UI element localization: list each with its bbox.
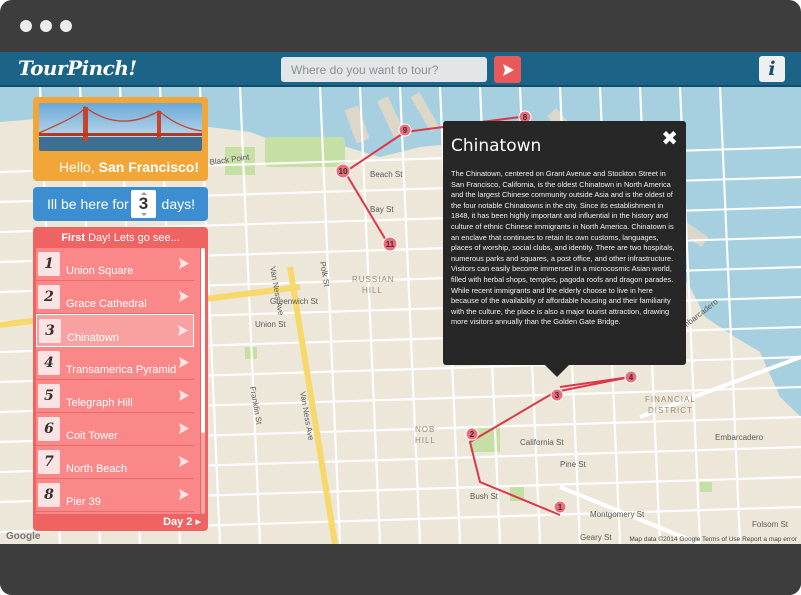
list-item[interactable]: 5 Telegraph Hill <box>36 380 194 413</box>
svg-text:NOB: NOB <box>415 425 435 434</box>
list-item[interactable]: 4 Transamerica Pyramid <box>36 347 194 380</box>
next-day-button[interactable]: Day 2 ▸ <box>163 515 201 528</box>
svg-text:Geary St: Geary St <box>580 533 612 542</box>
item-name: North Beach <box>66 463 128 475</box>
info-button[interactable]: i <box>759 56 785 82</box>
svg-text:Beach St: Beach St <box>370 170 403 179</box>
svg-text:2: 2 <box>470 430 475 439</box>
days-prefix: Ill be here for <box>47 196 129 212</box>
send-arrow-icon[interactable] <box>176 324 189 337</box>
item-number: 6 <box>38 417 60 441</box>
item-number: 4 <box>38 351 60 375</box>
item-name: Transamerica Pyramid <box>66 364 177 376</box>
greeting-card: Hello, San Francisco! <box>33 97 208 181</box>
map-copyright[interactable]: Map data ©2014 Google Terms of Use Repor… <box>629 536 797 543</box>
popup-description: The Chinatown, centered on Grant Avenue … <box>451 169 675 327</box>
search-input[interactable] <box>281 57 487 82</box>
item-name: Grace Cathedral <box>66 298 147 310</box>
svg-text:4: 4 <box>629 373 634 382</box>
svg-text:California St: California St <box>520 438 564 447</box>
send-arrow-icon[interactable] <box>177 356 190 369</box>
window-close-dot[interactable] <box>20 20 32 32</box>
svg-text:Embarcadero: Embarcadero <box>715 433 764 442</box>
svg-text:Folsom St: Folsom St <box>752 520 789 529</box>
svg-text:3: 3 <box>555 391 560 400</box>
item-name: Chinatown <box>67 332 119 344</box>
svg-text:11: 11 <box>386 240 395 249</box>
svg-text:HILL: HILL <box>415 436 436 445</box>
svg-text:DISTRICT: DISTRICT <box>648 406 693 415</box>
send-arrow-icon[interactable] <box>177 422 190 435</box>
greeting-hello: Hello, <box>58 159 95 175</box>
window-maximize-dot[interactable] <box>60 20 72 32</box>
send-arrow-icon <box>502 63 514 76</box>
list-item[interactable]: 2 Grace Cathedral <box>36 281 194 314</box>
window-minimize-dot[interactable] <box>40 20 52 32</box>
item-name: Pier 39 <box>66 496 101 508</box>
app-header: TourPinch! i <box>0 52 801 87</box>
item-number: 8 <box>38 483 60 507</box>
itinerary-day-bold: First <box>61 232 86 244</box>
item-number: 7 <box>38 450 60 474</box>
google-logo: Google <box>6 531 41 542</box>
frame-bottom <box>0 544 801 595</box>
stepper-up-icon[interactable] <box>141 192 147 195</box>
svg-text:FINANCIAL: FINANCIAL <box>645 395 696 404</box>
itinerary-heading: First Day! Lets go see... <box>33 232 208 244</box>
window-controls <box>20 20 72 32</box>
search-go-button[interactable] <box>494 56 521 83</box>
send-arrow-icon[interactable] <box>177 389 190 402</box>
svg-text:9: 9 <box>403 126 408 135</box>
svg-text:Montgomery St: Montgomery St <box>590 510 645 519</box>
svg-text:RUSSIAN: RUSSIAN <box>352 275 395 284</box>
greeting-text: Hello, San Francisco! <box>59 159 199 175</box>
item-name: Union Square <box>66 265 134 277</box>
svg-text:Union St: Union St <box>255 320 286 329</box>
svg-text:Pine St: Pine St <box>560 460 587 469</box>
list-item-selected[interactable]: 3 Chinatown <box>36 314 194 347</box>
app-logo[interactable]: TourPinch! <box>18 56 137 80</box>
item-number: 1 <box>38 252 60 276</box>
place-info-popup: Chinatown ✖ The Chinatown, centered on G… <box>443 121 686 377</box>
days-card: Ill be here for 3 days! <box>33 187 208 221</box>
list-item[interactable]: 6 Coit Tower <box>36 413 194 446</box>
list-item[interactable]: 8 Pier 39 <box>36 479 194 512</box>
item-name: Telegraph Hill <box>66 397 133 409</box>
svg-text:Bay St: Bay St <box>370 205 394 214</box>
send-arrow-icon[interactable] <box>177 257 190 270</box>
itinerary-scroll-thumb[interactable] <box>201 248 205 433</box>
greeting-city: San Francisco! <box>98 159 199 175</box>
list-item[interactable]: 1 Union Square <box>36 248 194 281</box>
svg-text:10: 10 <box>339 167 348 176</box>
itinerary-list[interactable]: 1 Union Square 2 Grace Cathedral 3 China… <box>36 248 200 514</box>
golden-gate-photo <box>39 103 202 151</box>
svg-text:HILL: HILL <box>362 286 383 295</box>
app-screen: Black Point Beach St Bay St Greenwich St… <box>0 52 801 544</box>
item-number: 3 <box>39 319 61 343</box>
send-arrow-icon[interactable] <box>177 488 190 501</box>
svg-text:1: 1 <box>558 503 563 512</box>
item-name: Coit Tower <box>66 430 118 442</box>
send-arrow-icon[interactable] <box>177 455 190 468</box>
itinerary-panel: First Day! Lets go see... 1 Union Square… <box>33 227 208 531</box>
browser-frame: Black Point Beach St Bay St Greenwich St… <box>0 0 801 595</box>
list-item[interactable]: 7 North Beach <box>36 446 194 479</box>
stepper-down-icon[interactable] <box>141 213 147 216</box>
item-number: 5 <box>38 384 60 408</box>
item-number: 2 <box>38 285 60 309</box>
send-arrow-icon[interactable] <box>177 290 190 303</box>
itinerary-day-rest: Day! Lets go see... <box>88 232 180 244</box>
days-stepper[interactable]: 3 <box>131 190 156 218</box>
days-value: 3 <box>138 194 149 213</box>
days-suffix: days! <box>161 196 195 212</box>
svg-text:Bush St: Bush St <box>470 492 499 501</box>
close-icon[interactable]: ✖ <box>661 126 678 151</box>
popup-title: Chinatown <box>451 136 542 156</box>
